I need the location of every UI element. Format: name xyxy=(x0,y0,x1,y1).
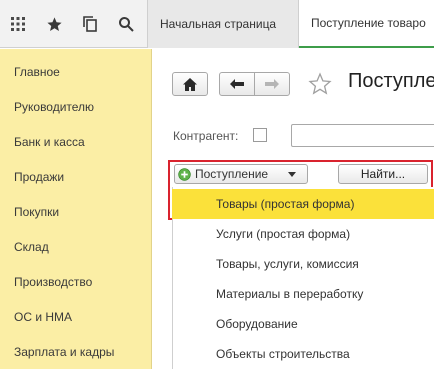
sidebar-item-purchases[interactable]: Покупки xyxy=(14,205,150,225)
arrow-left-icon xyxy=(230,79,244,89)
counterparty-field[interactable] xyxy=(291,124,434,147)
page-title: Поступле xyxy=(348,70,434,92)
plus-circle-icon xyxy=(178,167,191,181)
sidebar-item-payroll[interactable]: Зарплата и кадры xyxy=(14,345,150,365)
history-icon[interactable] xyxy=(72,0,108,48)
sidebar-item-bank[interactable]: Банк и касса xyxy=(14,135,150,155)
sidebar-item-manager[interactable]: Руководителю xyxy=(14,100,150,120)
tab-label: Начальная страница xyxy=(160,17,277,31)
menu-item-services-simple[interactable]: Услуги (простая форма) xyxy=(172,219,434,249)
menu-item-materials-processing[interactable]: Материалы в переработку xyxy=(172,279,434,309)
menu-item-equipment[interactable]: Оборудование xyxy=(172,309,434,339)
star-icon[interactable] xyxy=(36,0,72,48)
home-button[interactable] xyxy=(172,72,208,96)
home-icon xyxy=(183,77,197,91)
find-button-label: Найти... xyxy=(360,167,406,181)
grid-menu-icon[interactable] xyxy=(0,0,36,48)
dropdown-label: Поступление xyxy=(195,167,269,181)
tab-receipt[interactable]: Поступление товаро xyxy=(299,0,434,48)
back-button[interactable] xyxy=(219,72,255,96)
menu-item-goods-simple[interactable]: Товары (простая форма) xyxy=(172,189,434,219)
tab-home-page[interactable]: Начальная страница xyxy=(147,0,299,48)
find-button[interactable]: Найти... xyxy=(338,164,428,184)
forward-button[interactable] xyxy=(254,72,290,96)
menu-item-construction-objects[interactable]: Объекты строительства xyxy=(172,339,434,369)
sidebar-item-main[interactable]: Главное xyxy=(14,65,150,85)
star-outline-icon[interactable] xyxy=(308,72,332,96)
sidebar-item-production[interactable]: Производство xyxy=(14,275,150,295)
counterparty-label: Контрагент: xyxy=(173,129,239,143)
arrow-right-icon xyxy=(265,79,279,89)
sidebar-item-fixed-assets[interactable]: ОС и НМА xyxy=(14,310,150,330)
sidebar-item-warehouse[interactable]: Склад xyxy=(14,240,150,260)
sidebar-item-sales[interactable]: Продажи xyxy=(14,170,150,190)
chevron-down-icon xyxy=(288,171,297,177)
search-icon[interactable] xyxy=(108,0,144,48)
create-receipt-dropdown[interactable]: Поступление xyxy=(174,164,308,184)
tab-label: Поступление товаро xyxy=(311,16,426,30)
menu-item-goods-services-commission[interactable]: Товары, услуги, комиссия xyxy=(172,249,434,279)
counterparty-checkbox[interactable] xyxy=(253,128,267,142)
